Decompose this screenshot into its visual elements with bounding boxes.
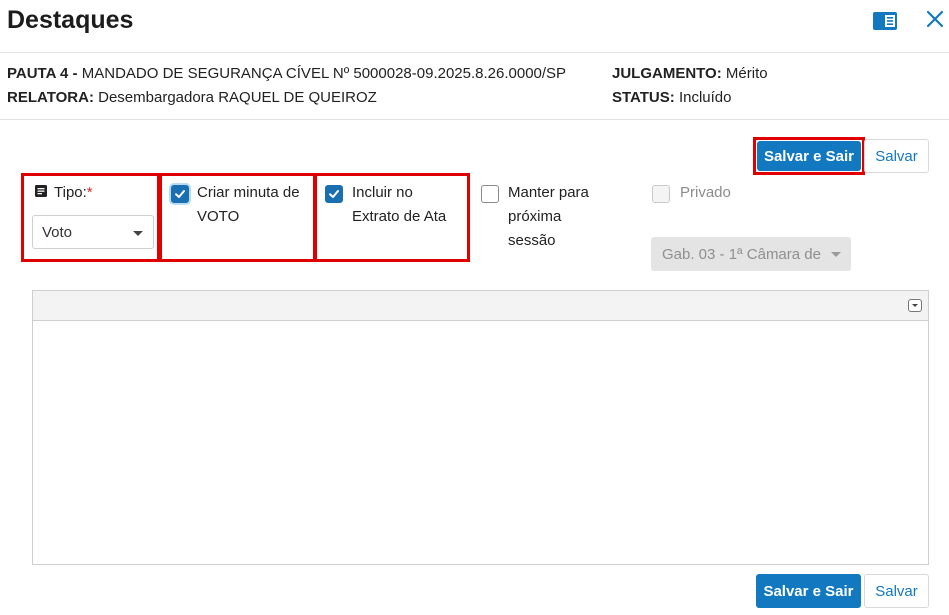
dialog-title: Destaques [7, 6, 134, 34]
note-icon [35, 185, 47, 197]
julgamento-value: Mérito [725, 65, 768, 82]
editor-content-area[interactable] [33, 321, 928, 565]
save-exit-button-top[interactable]: Salvar e Sair [757, 141, 861, 171]
manter-proxima-label[interactable]: Manter para próxima sessão [508, 181, 589, 253]
close-icon[interactable] [924, 8, 946, 30]
save-button-top[interactable]: Salvar [864, 139, 929, 173]
incluir-extrato-label[interactable]: Incluir no Extrato de Ata [352, 181, 446, 229]
status-line: STATUS: Incluído [612, 89, 732, 106]
rich-text-editor[interactable] [32, 290, 929, 565]
status-label: STATUS: [612, 89, 675, 106]
relatora-line: RELATORA: Desembargadora RAQUEL DE QUEIR… [7, 89, 377, 106]
check-icon [329, 190, 339, 198]
status-value: Incluído [678, 89, 732, 106]
tipo-selected-value: Voto [42, 223, 73, 241]
gabinete-selected-value: Gab. 03 - 1ª Câmara de [662, 245, 821, 263]
julgamento-label: JULGAMENTO: [612, 65, 722, 82]
check-icon [175, 190, 185, 198]
save-button-bottom[interactable]: Salvar [864, 574, 929, 608]
pauta-value: MANDADO DE SEGURANÇA CÍVEL Nº 5000028-09… [81, 65, 567, 82]
privado-checkbox[interactable] [652, 185, 670, 203]
required-mark: * [86, 184, 93, 201]
header-divider [0, 52, 949, 53]
relatora-label: RELATORA: [7, 89, 94, 106]
criar-minuta-label[interactable]: Criar minuta de VOTO [197, 181, 300, 229]
chevron-down-icon [133, 231, 143, 236]
privado-label: Privado [680, 184, 731, 201]
criar-minuta-checkbox[interactable] [171, 185, 189, 203]
editor-toolbar [33, 291, 928, 321]
tipo-select[interactable]: Voto [32, 215, 154, 249]
gabinete-select[interactable]: Gab. 03 - 1ª Câmara de [651, 237, 851, 271]
pauta-label: PAUTA 4 - [7, 65, 78, 82]
julgamento-line: JULGAMENTO: Mérito [612, 65, 768, 82]
save-exit-button-bottom[interactable]: Salvar e Sair [756, 574, 861, 608]
editor-menu-icon[interactable] [908, 299, 922, 312]
manter-proxima-checkbox[interactable] [481, 185, 499, 203]
incluir-extrato-checkbox[interactable] [325, 185, 343, 203]
chevron-down-icon [831, 252, 841, 257]
info-divider [0, 119, 949, 120]
panel-icon[interactable] [872, 11, 898, 31]
relatora-value: Desembargadora RAQUEL DE QUEIROZ [98, 89, 377, 106]
tipo-label: Tipo:* [54, 184, 93, 201]
pauta-line: PAUTA 4 - MANDADO DE SEGURANÇA CÍVEL Nº … [7, 65, 566, 82]
